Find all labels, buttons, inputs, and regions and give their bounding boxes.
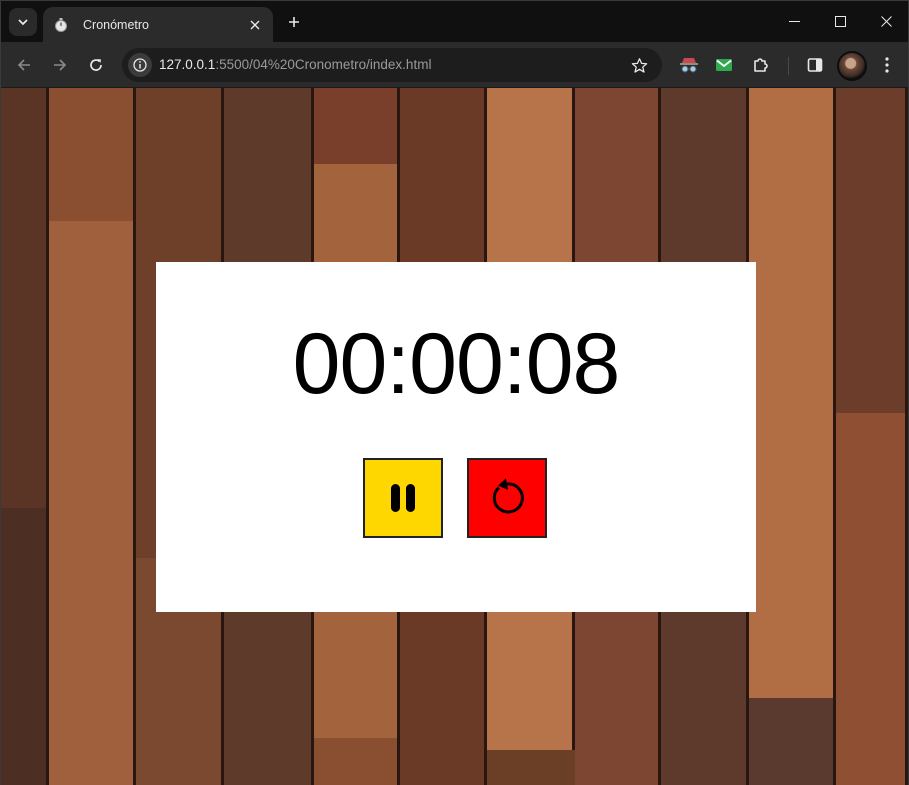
wood-plank — [1, 88, 49, 508]
browser-menu-button[interactable] — [877, 54, 897, 76]
star-icon — [631, 57, 647, 73]
puzzle-extensions-icon — [754, 58, 768, 72]
back-button[interactable] — [10, 51, 38, 79]
tab-strip: Cronómetro — [1, 1, 908, 42]
side-panel-button[interactable] — [804, 54, 826, 76]
mail-extension-icon — [716, 59, 732, 71]
back-arrow-icon — [17, 59, 30, 71]
wood-plank — [749, 698, 836, 785]
pause-button[interactable] — [363, 458, 443, 538]
browser-toolbar: 127.0.0.1:5500/04%20Cronometro/index.htm… — [1, 42, 908, 88]
url-host: 127.0.0.1 — [159, 57, 216, 72]
browser-window: Cronómetro 127.0.0.1:5500/04%20Cronometr… — [0, 0, 909, 785]
tab-title: Cronómetro — [83, 17, 149, 32]
kebab-menu-icon — [885, 57, 889, 73]
stopwatch-time-display: 00:00:08 — [292, 316, 621, 412]
wood-plank — [49, 221, 136, 785]
chevron-down-icon — [18, 19, 28, 26]
close-icon — [250, 20, 260, 29]
pause-icon — [391, 484, 415, 512]
url-path: :5500/04%20Cronometro/index.html — [215, 57, 432, 72]
wood-plank — [314, 738, 400, 785]
stopwatch-icon — [53, 17, 69, 33]
maximize-button[interactable] — [817, 1, 863, 41]
toolbar-separator — [788, 57, 789, 75]
page-viewport: 00:00:08 — [1, 88, 908, 785]
incognito-extension-button[interactable] — [678, 54, 700, 76]
side-panel-icon — [807, 58, 823, 72]
mail-extension-button[interactable] — [713, 54, 735, 76]
bookmark-button[interactable] — [627, 53, 651, 77]
extensions-button[interactable] — [750, 54, 772, 76]
plus-icon — [289, 17, 299, 27]
minimize-button[interactable] — [771, 1, 817, 41]
maximize-icon — [834, 15, 846, 27]
wood-plank — [49, 88, 136, 221]
info-icon — [133, 58, 147, 72]
site-info-button[interactable] — [128, 53, 152, 77]
wood-plank — [836, 88, 908, 413]
wood-plank — [836, 413, 908, 785]
reset-icon — [492, 478, 524, 514]
wood-plank — [749, 88, 836, 698]
wood-plank — [314, 88, 400, 164]
reload-icon — [90, 59, 102, 71]
window-close-button[interactable] — [863, 1, 909, 41]
new-tab-button[interactable] — [281, 9, 307, 35]
url-text: 127.0.0.1:5500/04%20Cronometro/index.htm… — [159, 57, 431, 72]
stopwatch-panel: 00:00:08 — [156, 262, 756, 612]
forward-arrow-icon — [54, 59, 67, 71]
address-bar[interactable]: 127.0.0.1:5500/04%20Cronometro/index.htm… — [122, 48, 662, 82]
tab-search-button[interactable] — [9, 8, 37, 36]
forward-button[interactable] — [46, 51, 74, 79]
close-icon — [880, 15, 892, 27]
minimize-icon — [788, 20, 800, 22]
avatar[interactable] — [837, 51, 867, 81]
incognito-extension-icon — [680, 58, 698, 73]
tab-active[interactable]: Cronómetro — [43, 7, 273, 42]
wood-plank — [1, 508, 49, 785]
reset-button[interactable] — [467, 458, 547, 538]
tab-close-button[interactable] — [245, 15, 265, 35]
reload-button[interactable] — [82, 51, 110, 79]
